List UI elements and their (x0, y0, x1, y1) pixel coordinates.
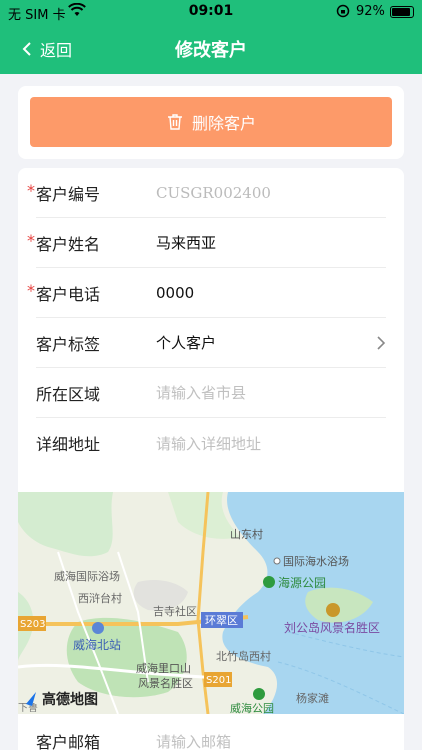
required-mark: * (27, 180, 35, 200)
required-mark: * (27, 230, 35, 250)
map-label: 威海里口山 (136, 661, 191, 675)
navigation-bar: 返回 修改客户 (0, 24, 422, 74)
customer-tag-select[interactable]: 个人客户 (156, 332, 216, 353)
field-label: 客户姓名 (36, 234, 101, 254)
page-title: 修改客户 (175, 40, 247, 61)
required-mark: * (27, 280, 35, 300)
field-address[interactable]: 详细地址 请输入详细地址 (36, 418, 386, 468)
field-label: 所在区域 (36, 384, 101, 404)
delete-label: 删除客户 (191, 114, 256, 133)
location-map[interactable]: 山东村 国际海水浴场 海源公园 威海国际浴场 西浒台村 吉寺社区 环翠区 刘公岛… (18, 492, 404, 714)
rotation-lock-icon (336, 4, 350, 22)
field-region[interactable]: 所在区域 请输入省市县 (36, 368, 386, 418)
delete-card: 删除客户 (18, 86, 404, 159)
field-label: 详细地址 (36, 435, 101, 454)
map-label: 吉寺社区 (153, 604, 197, 618)
map-label: 山东村 (230, 527, 263, 541)
map-label: 威海北站 (73, 637, 121, 652)
map-label: 刘公岛风景名胜区 (284, 620, 380, 635)
email-input[interactable]: 请输入邮箱 (156, 731, 231, 750)
customer-name-input[interactable]: 马来西亚 (156, 232, 216, 253)
map-label: 海源公园 (278, 575, 326, 590)
customer-phone-input[interactable]: 0000 (156, 284, 194, 302)
address-input[interactable]: 请输入详细地址 (156, 433, 261, 454)
map-label: 西浒台村 (78, 591, 122, 605)
field-label: 客户电话 (36, 284, 101, 304)
field-label: 客户邮箱 (36, 733, 101, 750)
field-label: 客户编号 (36, 184, 101, 204)
field-customer-tag[interactable]: 客户标签 个人客户 (36, 318, 386, 368)
map-label: 环翠区 (205, 614, 238, 627)
trash-icon (167, 114, 182, 130)
map-label: 风景名胜区 (138, 676, 193, 690)
battery-percent: 92% (356, 4, 385, 19)
battery-icon (390, 6, 414, 18)
chevron-right-icon (377, 336, 386, 350)
field-email[interactable]: 客户邮箱 请输入邮箱 (36, 716, 386, 750)
field-customer-name[interactable]: * 客户姓名 马来西亚 (27, 218, 386, 268)
field-customer-code: * 客户编号 CUSGR002400 (27, 168, 386, 218)
region-input[interactable]: 请输入省市县 (156, 382, 246, 403)
customer-code-value: CUSGR002400 (156, 183, 271, 202)
map-provider: 高德地图 (42, 691, 98, 708)
map-label: 国际海水浴场 (283, 554, 349, 568)
field-customer-phone[interactable]: * 客户电话 0000 (27, 268, 386, 318)
map-label: S201 (206, 675, 231, 686)
map-label: 威海国际浴场 (54, 569, 120, 583)
map-label: S203 (20, 619, 45, 630)
field-label: 客户标签 (36, 334, 101, 354)
customer-form: * 客户编号 CUSGR002400 * 客户姓名 马来西亚 * 客户电话 0000 … (18, 168, 404, 750)
map-label: 北竹岛西村 (216, 649, 271, 663)
map-label: 杨家滩 (296, 691, 329, 705)
status-bar: 无 SIM 卡 09:01 92% (0, 0, 422, 24)
map-label: 威海公园 (230, 701, 274, 714)
delete-customer-button[interactable]: 删除客户 (30, 97, 392, 147)
